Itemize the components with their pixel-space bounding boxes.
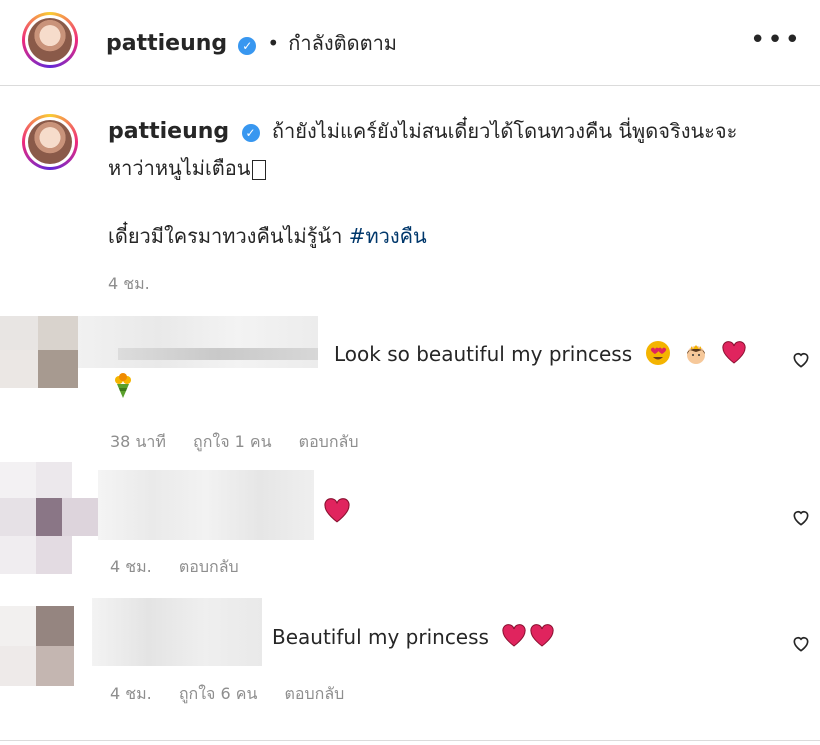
comment-1-time: 38 นาที [110, 432, 166, 451]
comment-1-text: Look so beautiful my princess [334, 342, 633, 366]
hashtag-link[interactable]: #ทวงคืน [349, 224, 427, 248]
comment-1-like-heart-icon[interactable] [791, 350, 811, 370]
caption-line-3: เดี๋ยวมีใครมาทวงคืนไม่รู้น้า [108, 224, 343, 248]
verified-badge-icon: ✓ [241, 123, 260, 142]
comment-2-meta: 4 ชม. ตอบกลับ [110, 555, 261, 580]
caption-line-2: หาว่าหนูไม่เตือน [108, 156, 251, 180]
caption-username[interactable]: pattieung [108, 119, 229, 144]
caption-line-1: ถ้ายังไม่แคร์ยังไม่สนเดี๋ยวได้โดนทวงคืน … [271, 119, 738, 143]
heart-eyes-emoji-icon [645, 340, 671, 371]
username-link[interactable]: pattieung [106, 31, 227, 56]
comment-3-likes[interactable]: ถูกใจ 6 คน [179, 684, 258, 703]
comment-3-time: 4 ชม. [110, 684, 152, 703]
comment-1-reply[interactable]: ตอบกลับ [299, 432, 359, 451]
comment-2-heart-emoji-icon [322, 498, 352, 528]
comment-2-reply[interactable]: ตอบกลับ [179, 557, 239, 576]
comment-2-avatar-blurred[interactable] [0, 462, 98, 574]
red-heart-emoji-icon [501, 624, 527, 653]
princess-emoji-icon [683, 340, 709, 371]
avatar[interactable] [22, 12, 78, 68]
comment-3-avatar-blurred[interactable] [0, 606, 74, 686]
post-header: pattieung ✓ • กำลังติดตาม ••• [0, 0, 820, 86]
post-time: 4 ชม. [108, 274, 150, 293]
separator-dot: • [267, 31, 280, 55]
more-options-icon[interactable]: ••• [750, 27, 802, 53]
comment-1-likes[interactable]: ถูกใจ 1 คน [193, 432, 272, 451]
comment-3-meta: 4 ชม. ถูกใจ 6 คน ตอบกลับ [110, 682, 366, 707]
comment-1-avatar-blurred[interactable] [0, 316, 78, 388]
comment-2-time: 4 ชม. [110, 557, 152, 576]
comment-1-meta: 38 นาที ถูกใจ 1 คน ตอบกลับ [110, 430, 380, 455]
verified-badge-icon: ✓ [238, 36, 257, 55]
caption: pattieung ✓ ถ้ายังไม่แคร์ยังไม่สนเดี๋ยวไ… [108, 113, 798, 254]
following-status[interactable]: กำลังติดตาม [288, 31, 397, 55]
caption-avatar[interactable] [22, 114, 78, 170]
comment-3-username-blurred[interactable] [92, 598, 262, 666]
comment-3-text: Beautiful my princess [272, 625, 489, 649]
red-heart-emoji-icon [529, 624, 555, 653]
comment-2-username-blurred[interactable] [98, 470, 314, 540]
comment-3-reply[interactable]: ตอบกลับ [285, 684, 345, 703]
bottom-divider [0, 740, 820, 741]
bouquet-emoji-icon [110, 372, 136, 404]
missing-glyph-icon [252, 159, 267, 180]
comment-3-like-heart-icon[interactable] [791, 634, 811, 654]
red-heart-emoji-icon [721, 341, 747, 370]
comment-2-like-heart-icon[interactable] [791, 508, 811, 528]
comment-1-username-blurred[interactable] [78, 316, 318, 368]
